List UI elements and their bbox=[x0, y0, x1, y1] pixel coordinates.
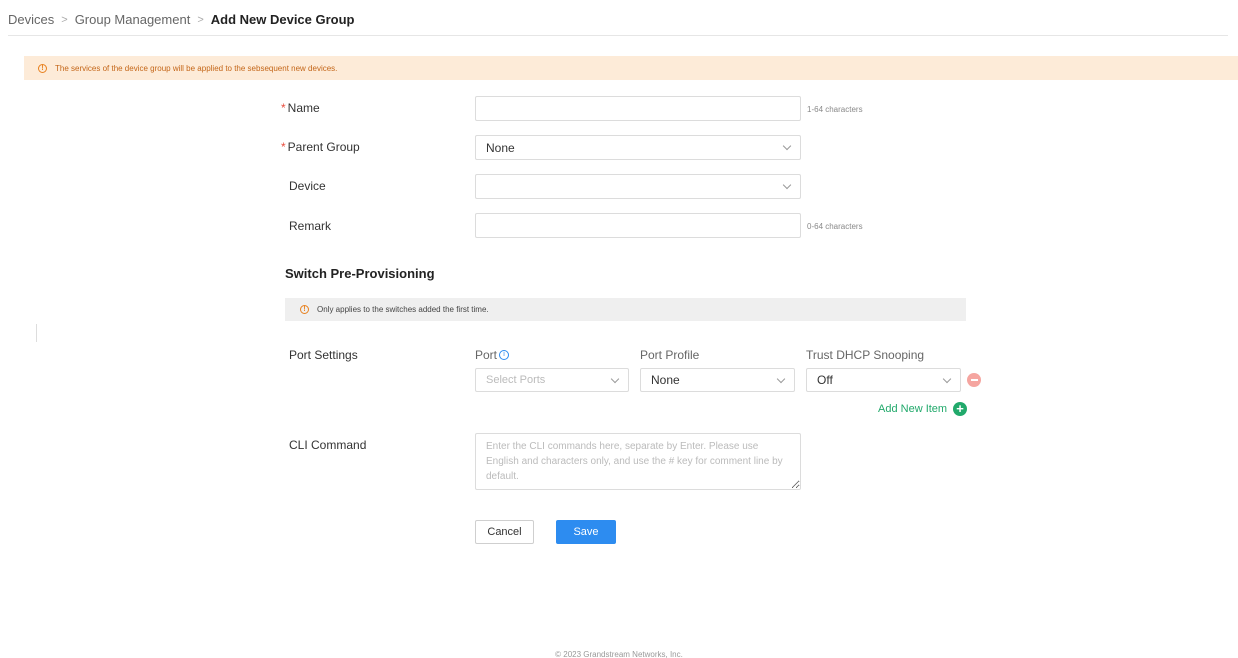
trust-dhcp-column-header: Trust DHCP Snooping bbox=[806, 348, 925, 362]
chevron-down-icon bbox=[782, 180, 792, 190]
select-ports-placeholder: Select Ports bbox=[486, 374, 546, 386]
cancel-button[interactable]: Cancel bbox=[475, 520, 534, 544]
parent-group-label: * Parent Group bbox=[281, 140, 360, 154]
port-profile-column-header: Port Profile bbox=[640, 348, 700, 362]
header-divider bbox=[8, 35, 1228, 36]
chevron-down-icon bbox=[942, 374, 952, 384]
chevron-down-icon bbox=[782, 141, 792, 151]
remark-hint: 0-64 characters bbox=[807, 222, 863, 231]
switch-section-title: Switch Pre-Provisioning bbox=[285, 266, 435, 281]
footer-copyright: © 2023 Grandstream Networks, Inc. bbox=[555, 650, 683, 658]
required-asterisk: * bbox=[281, 101, 286, 115]
device-label: Device bbox=[289, 179, 326, 193]
device-select[interactable] bbox=[475, 174, 801, 199]
remark-label: Remark bbox=[289, 219, 332, 233]
page-title: Add New Device Group bbox=[210, 12, 355, 27]
sidebar-edge bbox=[36, 324, 37, 342]
port-settings-label: Port Settings bbox=[289, 348, 358, 362]
cli-command-label: CLI Command bbox=[289, 438, 367, 452]
port-column-header: Port i bbox=[475, 348, 510, 362]
required-asterisk: * bbox=[281, 140, 286, 154]
switch-notice: ! Only applies to the switches added the… bbox=[285, 298, 966, 321]
trust-dhcp-value: Off bbox=[817, 373, 833, 387]
port-profile-value: None bbox=[651, 373, 680, 387]
select-ports-dropdown[interactable]: Select Ports bbox=[475, 368, 629, 392]
breadcrumb-devices[interactable]: Devices bbox=[8, 12, 54, 27]
trust-dhcp-dropdown[interactable]: Off bbox=[806, 368, 961, 392]
switch-notice-text: Only applies to the switches added the f… bbox=[317, 305, 489, 314]
chevron-down-icon bbox=[776, 374, 786, 384]
name-hint: 1-64 characters bbox=[807, 105, 863, 114]
chevron-down-icon bbox=[610, 374, 620, 384]
remove-row-icon[interactable] bbox=[967, 373, 981, 387]
services-notice: ! The services of the device group will … bbox=[24, 56, 1238, 80]
name-label: * Name bbox=[281, 101, 320, 115]
add-new-item-label: Add New Item bbox=[878, 403, 948, 415]
add-new-item-button[interactable]: Add New Item + bbox=[878, 402, 968, 416]
breadcrumb: Devices > Group Management > Add New Dev… bbox=[8, 12, 355, 27]
warning-circle-icon: ! bbox=[300, 305, 309, 314]
remark-input[interactable] bbox=[475, 213, 801, 238]
breadcrumb-separator-icon: > bbox=[61, 13, 68, 26]
parent-group-value: None bbox=[486, 140, 515, 155]
name-input[interactable] bbox=[475, 96, 801, 121]
breadcrumb-separator-icon: > bbox=[197, 13, 204, 26]
port-profile-dropdown[interactable]: None bbox=[640, 368, 795, 392]
services-notice-text: The services of the device group will be… bbox=[55, 63, 338, 73]
warning-circle-icon: ! bbox=[38, 63, 47, 73]
plus-circle-icon: + bbox=[953, 402, 968, 416]
parent-group-select[interactable]: None bbox=[475, 135, 801, 160]
cli-command-textarea[interactable] bbox=[475, 433, 801, 490]
save-button[interactable]: Save bbox=[556, 520, 616, 544]
breadcrumb-group-management[interactable]: Group Management bbox=[75, 12, 191, 27]
info-icon[interactable]: i bbox=[499, 350, 510, 360]
